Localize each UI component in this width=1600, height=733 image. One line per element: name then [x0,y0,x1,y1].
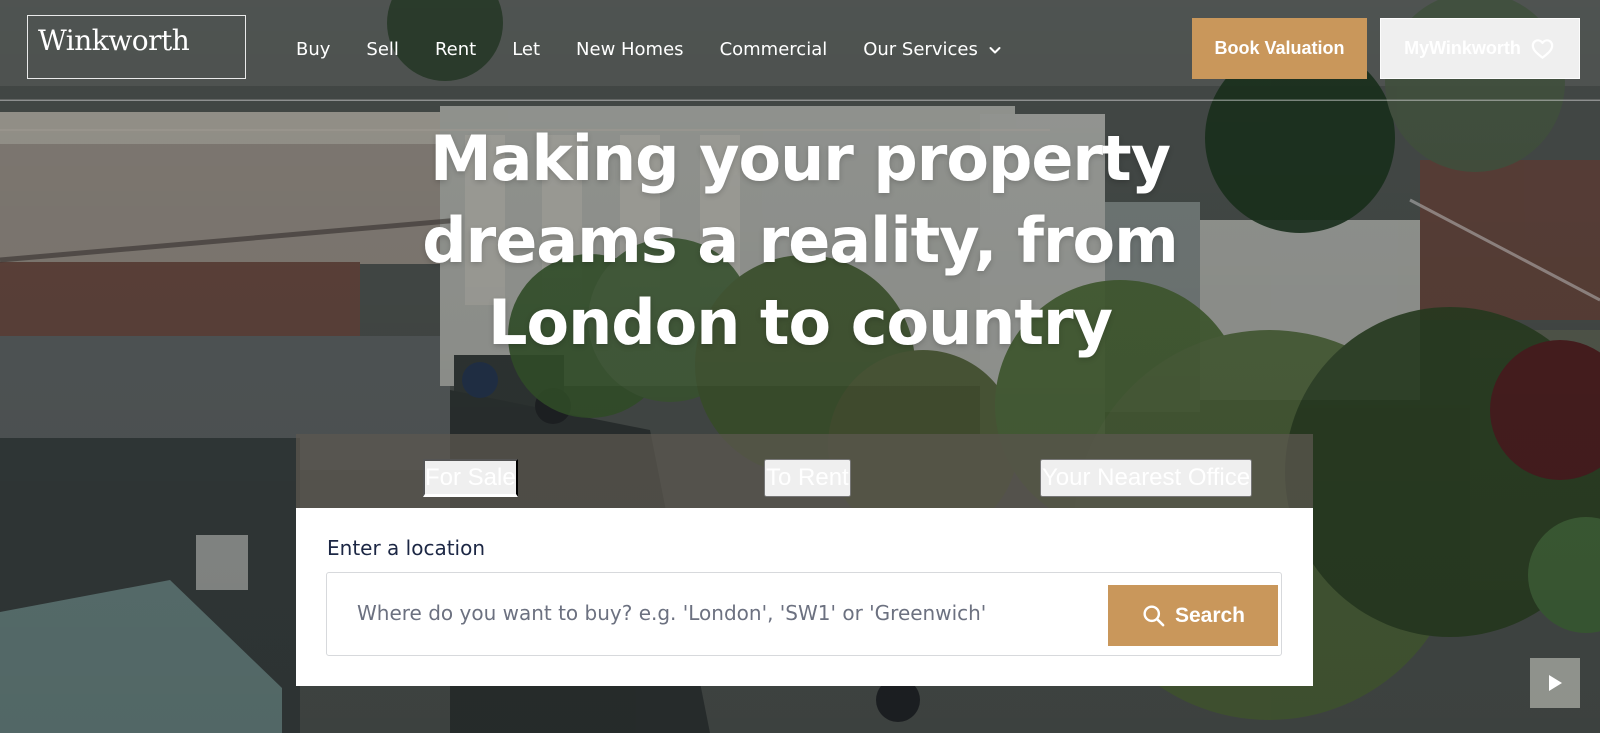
nav-our-services[interactable]: Our Services [863,38,1003,62]
nav-sell[interactable]: Sell [366,38,399,62]
search-icon [1143,605,1165,627]
location-field: Search [326,572,1282,656]
nav-our-services-label: Our Services [863,39,978,60]
location-search-input[interactable] [357,598,1077,628]
headline-line-2: dreams a reality, from [422,204,1178,277]
nav-buy[interactable]: Buy [296,38,330,62]
play-icon [1549,675,1562,691]
tab-for-sale[interactable]: For Sale [423,459,518,497]
my-winkworth-label: MyWinkworth [1404,38,1521,58]
logo-text: Winkworth [38,24,190,57]
search-tabs: For Sale To Rent Your Nearest Office [296,434,1313,508]
site-header: Winkworth Buy Sell Rent Let New Homes Co… [0,0,1600,101]
chevron-down-icon [989,47,1001,54]
hero-section: Winkworth Buy Sell Rent Let New Homes Co… [0,0,1600,733]
headline-line-1: Making your property [429,122,1171,195]
property-search-panel: For Sale To Rent Your Nearest Office Ent… [296,434,1313,686]
nav-new-homes[interactable]: New Homes [576,38,684,62]
tab-nearest-office[interactable]: Your Nearest Office [1040,459,1253,497]
location-label: Enter a location [327,536,486,560]
book-valuation-button[interactable]: Book Valuation [1192,18,1367,79]
headline-line-3: London to country [487,286,1113,359]
search-button-label: Search [1174,603,1246,627]
nav-let[interactable]: Let [512,38,540,62]
winkworth-logo[interactable]: Winkworth [27,15,246,79]
my-winkworth-button[interactable]: MyWinkworth [1380,18,1580,79]
nav-commercial[interactable]: Commercial [720,38,828,62]
video-play-button[interactable] [1530,658,1580,708]
hero-headline: Making your property dreams a reality, f… [300,118,1300,364]
main-navigation: Buy Sell Rent Let New Homes Commercial O… [296,36,1003,64]
tab-to-rent[interactable]: To Rent [764,459,851,497]
heart-icon [1531,38,1554,59]
nav-rent[interactable]: Rent [435,38,476,62]
search-form: Enter a location Search [296,508,1313,686]
search-button[interactable]: Search [1108,585,1278,646]
